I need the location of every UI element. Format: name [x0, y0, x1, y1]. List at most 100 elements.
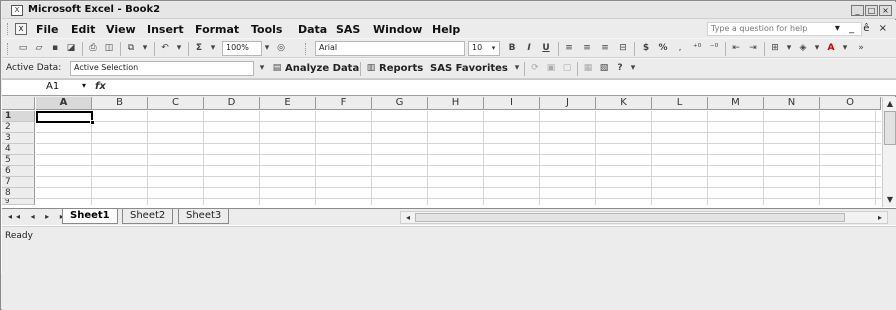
menu-data[interactable]: Data [298, 23, 327, 36]
open-icon[interactable]: ▱ [32, 42, 46, 55]
column-header[interactable]: C [148, 97, 204, 110]
column-header[interactable]: M [708, 97, 764, 110]
scroll-thumb[interactable] [415, 213, 845, 222]
scroll-right-icon[interactable]: ▸ [874, 212, 886, 223]
dropdown-arrow-icon[interactable]: ▾ [810, 42, 824, 55]
minimize-button[interactable]: _ [851, 5, 864, 16]
menu-tools[interactable]: Tools [251, 23, 282, 36]
borders-icon[interactable]: ⊞ [768, 42, 782, 55]
scroll-down-icon[interactable]: ▼ [884, 194, 896, 206]
reports-button[interactable]: Reports [379, 63, 423, 74]
dropdown-arrow-icon[interactable]: ▾ [172, 42, 186, 55]
menu-format[interactable]: Format [195, 23, 239, 36]
menu-sas[interactable]: SAS [336, 23, 360, 36]
menu-edit[interactable]: Edit [71, 23, 95, 36]
scroll-up-icon[interactable]: ▲ [884, 98, 896, 110]
column-header[interactable]: I [484, 97, 540, 110]
toolbar-options-icon[interactable]: » [854, 42, 868, 55]
row-header[interactable]: 9 [2, 199, 35, 205]
undo-icon[interactable]: ↶ [158, 42, 172, 55]
toolbar-grip[interactable] [7, 43, 10, 55]
row-header[interactable]: 5 [2, 155, 35, 166]
column-header[interactable]: E [260, 97, 316, 110]
refresh-icon[interactable]: ⟳ [528, 62, 542, 75]
row-header[interactable]: 4 [2, 144, 35, 155]
row-header[interactable]: 7 [2, 177, 35, 188]
dropdown-arrow-icon[interactable]: ▾ [260, 42, 274, 55]
fill-color-icon[interactable]: ◈ [796, 42, 810, 55]
copy-icon[interactable]: ⧉ [124, 42, 138, 55]
column-header[interactable]: L [652, 97, 708, 110]
font-size-select[interactable]: 10 ▾ [468, 41, 500, 56]
menu-view[interactable]: View [106, 23, 136, 36]
bold-button[interactable]: B [505, 42, 519, 55]
close-button[interactable]: × [879, 5, 892, 16]
new-icon[interactable]: ▭ [16, 42, 30, 55]
decrease-decimal-icon[interactable]: ⁻⁰ [707, 42, 721, 55]
percent-button[interactable]: % [656, 42, 670, 55]
toolbar-options-icon[interactable]: ▾ [626, 62, 640, 75]
sas-favorites-button[interactable]: SAS Favorites [430, 63, 508, 74]
cell-area[interactable] [36, 111, 881, 205]
print-icon[interactable]: ⎙ [86, 42, 100, 55]
scroll-thumb[interactable] [884, 111, 896, 145]
workbook-icon[interactable]: X [15, 23, 27, 35]
dropdown-arrow-icon[interactable]: ▾ [510, 62, 524, 75]
dropdown-arrow-icon[interactable]: ▾ [82, 81, 86, 90]
column-header[interactable]: A [36, 97, 92, 110]
column-header[interactable]: K [596, 97, 652, 110]
dropdown-arrow-icon[interactable]: ▾ [206, 42, 220, 55]
active-data-select[interactable]: Active Selection [70, 61, 254, 76]
currency-button[interactable]: $ [639, 42, 653, 55]
decrease-indent-icon[interactable]: ⇤ [729, 42, 743, 55]
formula-input[interactable] [114, 81, 894, 95]
save-icon[interactable]: ▪ [48, 42, 62, 55]
modify-icon[interactable]: ▣ [544, 62, 558, 75]
column-header[interactable]: F [316, 97, 372, 110]
maximize-button[interactable]: □ [865, 5, 878, 16]
sas-help-button[interactable]: ? [613, 62, 627, 75]
dropdown-arrow-icon[interactable]: ▾ [782, 42, 796, 55]
increase-decimal-icon[interactable]: ⁺⁰ [690, 42, 704, 55]
permission-icon[interactable]: ◪ [64, 42, 78, 55]
column-header[interactable]: G [372, 97, 428, 110]
name-box[interactable]: A1 ▾ [4, 81, 86, 95]
menu-help[interactable]: Help [432, 23, 460, 36]
sheet-tab[interactable]: Sheet3 [178, 209, 230, 224]
align-right-icon[interactable]: ≡ [598, 42, 612, 55]
underline-button[interactable]: U [539, 42, 553, 55]
column-header[interactable]: N [764, 97, 820, 110]
menu-file[interactable]: File [36, 23, 59, 36]
dropdown-arrow-icon[interactable]: ▾ [255, 62, 269, 75]
dropdown-arrow-icon[interactable]: ▾ [838, 42, 852, 55]
excel-icon[interactable]: X [11, 5, 23, 16]
sheet-tab[interactable]: Sheet2 [122, 209, 174, 224]
menu-insert[interactable]: Insert [147, 23, 184, 36]
merge-center-icon[interactable]: ⊟ [616, 42, 630, 55]
comma-style-icon[interactable]: , [673, 42, 687, 55]
row-header[interactable]: 1 [2, 111, 35, 122]
font-select[interactable]: Arial [315, 41, 465, 56]
insert-function-button[interactable]: fx [95, 81, 106, 92]
column-header[interactable]: J [540, 97, 596, 110]
column-header[interactable]: O [820, 97, 881, 110]
horizontal-scrollbar[interactable]: ◂ ▸ [400, 211, 888, 224]
scroll-left-icon[interactable]: ◂ [402, 212, 414, 223]
active-cell[interactable] [36, 111, 95, 125]
zoom-select[interactable]: 100% [222, 41, 262, 56]
row-header[interactable]: 6 [2, 166, 35, 177]
analyze-data-icon[interactable]: ▤ [270, 62, 284, 75]
workbook-window-controls[interactable]: ▾ _ ê × [835, 23, 890, 34]
menu-window[interactable]: Window [373, 23, 422, 36]
toolbar-grip[interactable] [7, 23, 10, 35]
properties-icon[interactable]: ▦ [581, 62, 595, 75]
sheet-tab[interactable]: Sheet1 [62, 209, 118, 224]
analyze-data-button[interactable]: Analyze Data [285, 63, 359, 74]
column-header[interactable]: B [92, 97, 148, 110]
fill-handle[interactable] [90, 120, 95, 125]
row-header[interactable]: 2 [2, 122, 35, 133]
column-header[interactable]: D [204, 97, 260, 110]
dropdown-arrow-icon[interactable]: ▾ [138, 42, 152, 55]
reports-icon[interactable]: ▥ [364, 62, 378, 75]
column-header[interactable]: H [428, 97, 484, 110]
